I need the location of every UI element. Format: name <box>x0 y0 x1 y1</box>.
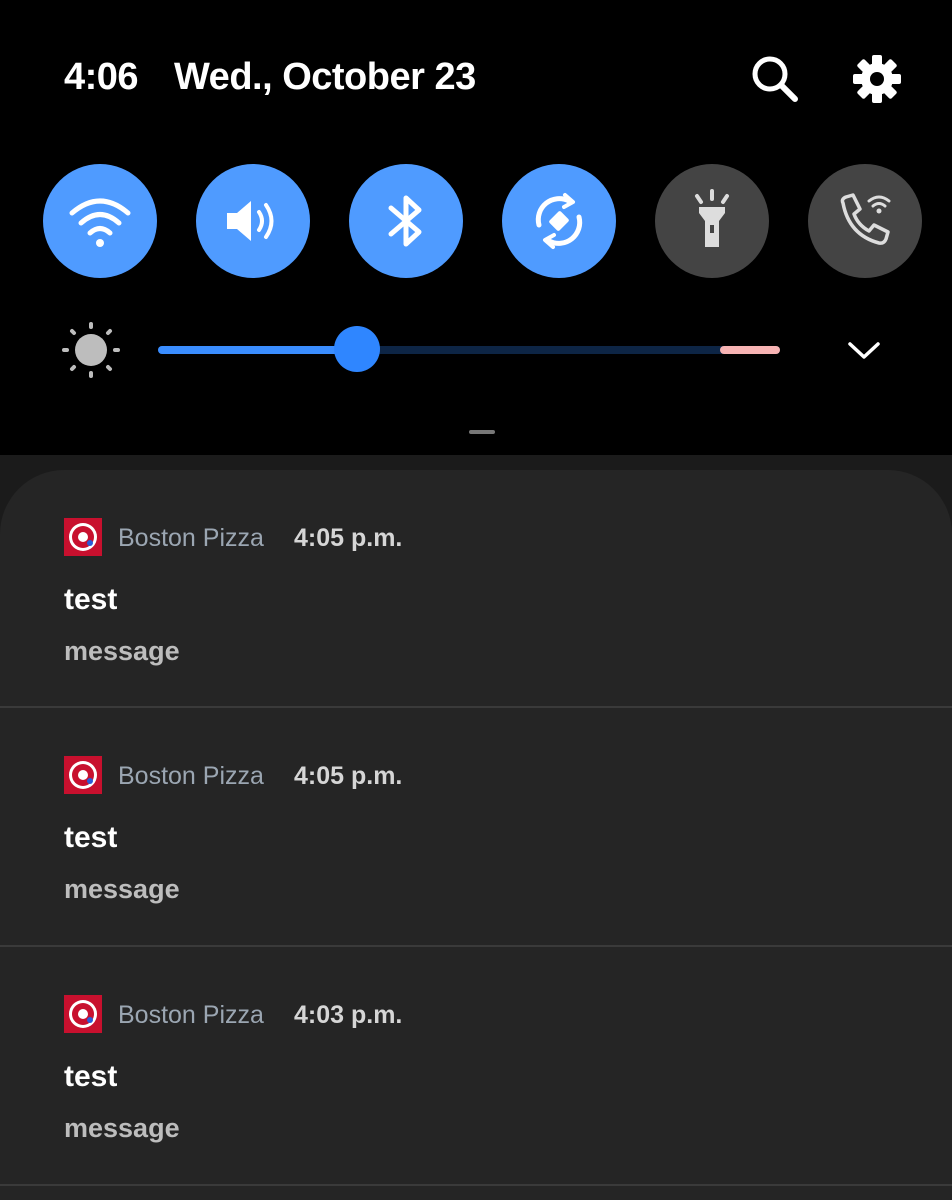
notification-time: 4:05 p.m. <box>294 524 403 552</box>
notification-item[interactable]: Boston Pizza 4:03 p.m. test message <box>0 947 952 1186</box>
wifi-call-icon <box>840 193 891 245</box>
sun-icon <box>60 322 122 384</box>
wifi-calling-tile[interactable] <box>808 164 922 278</box>
slider-fill <box>158 346 358 354</box>
date: Wed., October 23 <box>174 56 476 98</box>
sound-tile[interactable] <box>196 164 310 278</box>
flashlight-icon <box>695 189 729 247</box>
notification-app-name: Boston Pizza <box>118 524 264 552</box>
notification-body: message <box>64 636 180 666</box>
status-row: 4:06 Wed., October 23 <box>64 52 904 104</box>
search-icon[interactable] <box>748 52 802 106</box>
notification-time: 4:03 p.m. <box>294 1001 403 1029</box>
flashlight-tile[interactable] <box>655 164 769 278</box>
slider-thumb[interactable] <box>334 326 381 372</box>
brightness-slider[interactable] <box>158 326 780 372</box>
notification-item[interactable]: Boston Pizza 4:05 p.m. test message <box>0 708 952 947</box>
drag-handle[interactable] <box>469 430 495 434</box>
quick-settings-panel: 4:06 Wed., October 23 <box>0 0 952 455</box>
gear-icon[interactable] <box>850 52 904 106</box>
chevron-down-icon[interactable] <box>842 332 886 368</box>
clock: 4:06 <box>64 56 139 98</box>
volume-icon <box>227 201 274 241</box>
notification-app-name: Boston Pizza <box>118 762 264 790</box>
notification-title: test <box>64 1060 118 1093</box>
bluetooth-icon <box>388 195 422 247</box>
boston-pizza-app-icon <box>64 995 102 1033</box>
notification-list: Boston Pizza 4:05 p.m. test message Bost… <box>0 470 952 1200</box>
bluetooth-tile[interactable] <box>349 164 463 278</box>
quick-tiles <box>43 164 923 278</box>
slider-high-zone <box>720 346 780 354</box>
boston-pizza-app-icon <box>64 756 102 794</box>
notification-item[interactable]: Boston Pizza 4:05 p.m. test message <box>0 470 952 708</box>
notification-body: message <box>64 1113 180 1143</box>
notification-body: message <box>64 874 180 904</box>
notification-title: test <box>64 583 118 616</box>
notification-title: test <box>64 821 118 854</box>
brightness-row <box>60 322 900 382</box>
notification-time: 4:05 p.m. <box>294 762 403 790</box>
rotate-icon <box>535 193 583 249</box>
notification-app-name: Boston Pizza <box>118 1001 264 1029</box>
wifi-tile[interactable] <box>43 164 157 278</box>
wifi-icon <box>69 198 131 247</box>
auto-rotate-tile[interactable] <box>502 164 616 278</box>
boston-pizza-app-icon <box>64 518 102 556</box>
